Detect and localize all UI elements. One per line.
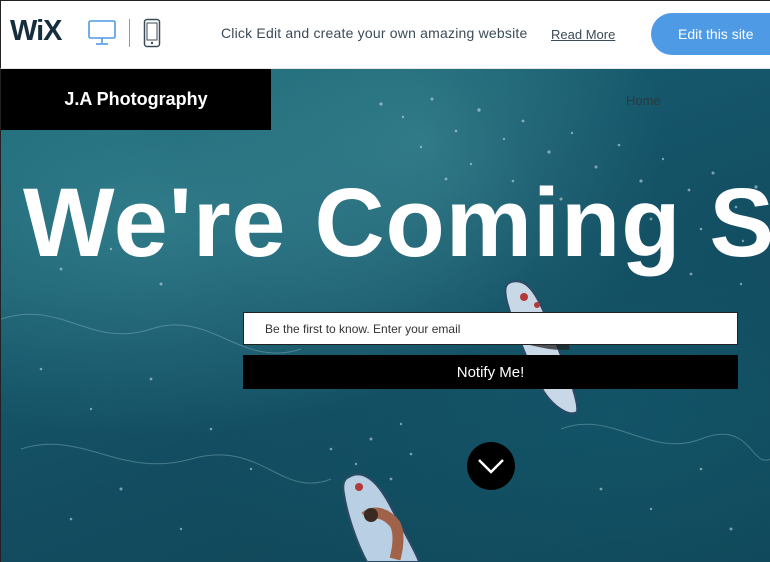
read-more-link[interactable]: Read More: [551, 27, 615, 42]
promo-text: Click Edit and create your own amazing w…: [221, 25, 528, 41]
hero-section: J.A Photography Home We're Coming S Noti…: [0, 69, 770, 562]
surfboard-top: [504, 280, 579, 415]
edit-this-site-button[interactable]: Edit this site: [651, 13, 770, 55]
wix-logo[interactable]: WiX: [10, 15, 63, 48]
desktop-icon[interactable]: [88, 20, 116, 46]
surfboard-bottom: [342, 473, 421, 562]
wix-top-bar: WiX Click Edit and create your own amazi…: [0, 0, 770, 69]
chevron-down-icon: [478, 459, 504, 474]
notify-me-button[interactable]: Notify Me!: [243, 355, 738, 389]
nav-item-home[interactable]: Home: [626, 93, 661, 108]
email-input[interactable]: [243, 312, 738, 345]
coming-soon-headline: We're Coming S: [23, 168, 770, 277]
device-separator: [129, 19, 130, 47]
mobile-icon[interactable]: [143, 18, 161, 48]
scroll-down-button[interactable]: [467, 442, 515, 490]
site-brand-logo[interactable]: J.A Photography: [1, 69, 271, 130]
